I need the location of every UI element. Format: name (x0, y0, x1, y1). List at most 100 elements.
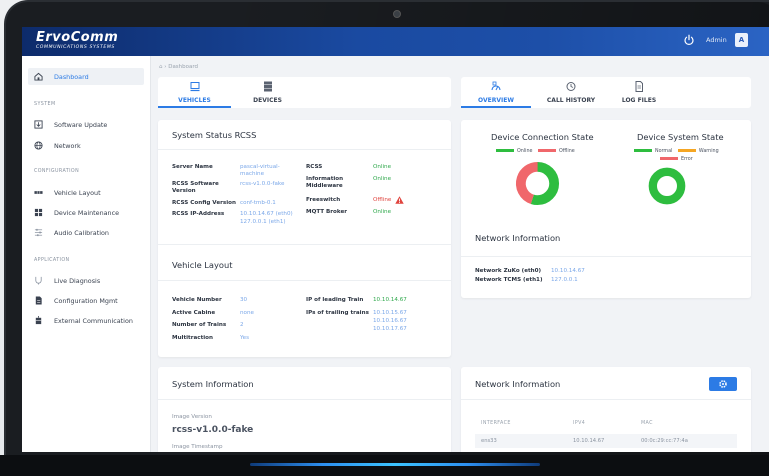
sidebar-item-label: Software Update (54, 121, 108, 129)
history-icon (566, 82, 576, 91)
column-header-ipv4: IPV4 (573, 421, 586, 426)
divider (461, 399, 751, 400)
network-tcms-label: Network TCMS (eth1) (475, 277, 543, 283)
section-heading-configuration: CONFIGURATION (34, 169, 80, 174)
legend-label-normal: Normal (655, 149, 673, 154)
image-version-value: rcss-v1.0.0-fake (172, 425, 254, 435)
connection-legend: Online Offline (496, 149, 575, 154)
sidebar-item-label: Device Maintenance (54, 209, 120, 217)
card-title: Vehicle Layout (172, 260, 233, 270)
sidebar-item-configuration-mgmt[interactable]: Configuration Mgmt (28, 292, 144, 309)
sidebar-item-vehicle-layout[interactable]: Vehicle Layout (28, 184, 144, 201)
multitraction-label: Multitraction (172, 335, 213, 341)
tab-label: LOG FILES (621, 97, 657, 104)
server-icon (263, 81, 272, 92)
sidebar-item-label: Audio Calibration (54, 229, 109, 237)
divider (461, 256, 751, 257)
logo-wordmark: ErvoComm (36, 30, 119, 45)
warning-icon (395, 196, 404, 204)
system-status-card: System Status RCSS Server Name pascal-vi… (158, 120, 451, 357)
network-tcms-value: 127.0.0.1 (551, 277, 578, 283)
legend-label-warning: Warning (698, 149, 719, 154)
home-icon[interactable]: ⌂ (159, 64, 163, 70)
network-table-card: Network Information INTERFACE IPV4 MAC e… (461, 367, 751, 452)
active-cabine-value: none (240, 310, 254, 316)
cell-ipv4: 10.10.14.67 (573, 438, 605, 444)
info-middleware-label: Information Middleware (306, 176, 344, 189)
sidebar-item-dashboard[interactable]: Dashboard (28, 68, 144, 85)
divider (158, 244, 451, 245)
ip-trailing-train: 10.10.15.67 (373, 310, 407, 316)
card-title: System Information (172, 379, 254, 389)
ip-leading-train-label: IP of leading Train (306, 297, 364, 303)
device-states-card: Device Connection State Online Offline D… (461, 120, 751, 298)
breadcrumb-current: Dashboard (168, 64, 199, 70)
donut-slice-normal (648, 167, 686, 205)
sidebar-item-audio-calibration[interactable]: Audio Calibration (28, 224, 144, 241)
dashboard-icon (491, 81, 501, 91)
app-logo[interactable]: ErvoComm COMMUNICATIONS SYSTEMS (36, 31, 118, 51)
section-heading-application: APPLICATION (34, 258, 70, 263)
user-name[interactable]: Admin (706, 36, 727, 44)
sidebar-item-device-maintenance[interactable]: Device Maintenance (28, 204, 144, 221)
file-icon (35, 296, 42, 305)
rcss-ip-value-eth0: 10.10.14.67 (eth0) (240, 211, 293, 217)
tab-label: VEHICLES (178, 97, 211, 104)
camera-dot (393, 10, 401, 18)
mqtt-status: Online (373, 209, 392, 215)
right-tab-bar: OVERVIEW CALL HISTORY LOG FILES (461, 77, 751, 108)
ip-trailing-train: 10.10.16.67 (373, 318, 407, 324)
top-bar: ErvoComm COMMUNICATIONS SYSTEMS Admin A (22, 27, 769, 56)
sidebar-item-label: Configuration Mgmt (54, 297, 118, 305)
sidebar-item-external-communication[interactable]: External Communication (28, 312, 144, 329)
legend-label-offline: Offline (559, 149, 575, 154)
image-version-label: Image Version (172, 414, 212, 420)
tower-icon (35, 316, 42, 325)
vehicle-number-label: Vehicle Number (172, 297, 222, 303)
table-row[interactable] (475, 434, 737, 448)
rcss-software-label: RCSS Software Version (172, 181, 219, 194)
freeswitch-label: Freeswitch (306, 197, 341, 203)
card-title: System Status RCSS (172, 130, 257, 140)
number-of-trains-label: Number of Trains (172, 322, 227, 328)
avatar[interactable]: A (735, 33, 748, 47)
active-cabine-label: Active Cabine (172, 310, 216, 316)
legend-label-error: Error (681, 157, 693, 162)
tab-vehicles[interactable]: VEHICLES (158, 77, 231, 108)
card-title: Device Connection State (491, 132, 594, 142)
rcss-ip-value-eth1: 127.0.0.1 (eth1) (240, 219, 286, 225)
tab-log-files[interactable]: LOG FILES (611, 77, 667, 108)
server-name-label: Server Name (172, 164, 213, 170)
network-zuko-value: 10.10.14.67 (551, 268, 585, 274)
document-icon (635, 81, 643, 92)
divider (158, 280, 451, 281)
rcss-config-label: RCSS Config Version (172, 200, 236, 206)
sidebar-item-live-diagnosis[interactable]: Live Diagnosis (28, 272, 144, 289)
tab-call-history[interactable]: CALL HISTORY (531, 77, 611, 108)
system-information-card: System Information Image Version rcss-v1… (158, 367, 451, 452)
server-name-value: pascal-virtual-machine (240, 164, 280, 177)
tab-overview[interactable]: OVERVIEW (461, 77, 531, 108)
ip-trailing-train: 10.10.17.67 (373, 326, 407, 332)
monitor-icon (190, 82, 199, 92)
ip-leading-train-value: 10.10.14.67 (373, 297, 407, 303)
image-timestamp-label: Image Timestamp (172, 444, 223, 450)
gear-icon (719, 380, 727, 388)
sliders-icon (34, 228, 43, 237)
rcss-ip-label: RCSS IP-Address (172, 211, 225, 217)
cell-interface: ens33 (481, 438, 497, 444)
sidebar-item-software-update[interactable]: Software Update (28, 116, 144, 133)
sidebar-item-label: Vehicle Layout (54, 189, 101, 197)
tab-devices[interactable]: DEVICES (231, 77, 304, 108)
globe-icon (34, 141, 43, 150)
settings-button[interactable] (709, 377, 737, 391)
home-icon (34, 72, 43, 81)
connection-donut-chart (515, 161, 560, 206)
card-title: Network Information (475, 233, 561, 243)
system-legend-error: Error (660, 157, 693, 162)
device-mockup: ErvoComm COMMUNICATIONS SYSTEMS Admin A … (0, 0, 769, 476)
sidebar-item-network[interactable]: Network (28, 137, 144, 154)
ips-trailing-trains-label: IPs of trailing trains (306, 310, 369, 316)
power-icon[interactable] (683, 34, 695, 46)
grid-icon (34, 208, 43, 217)
